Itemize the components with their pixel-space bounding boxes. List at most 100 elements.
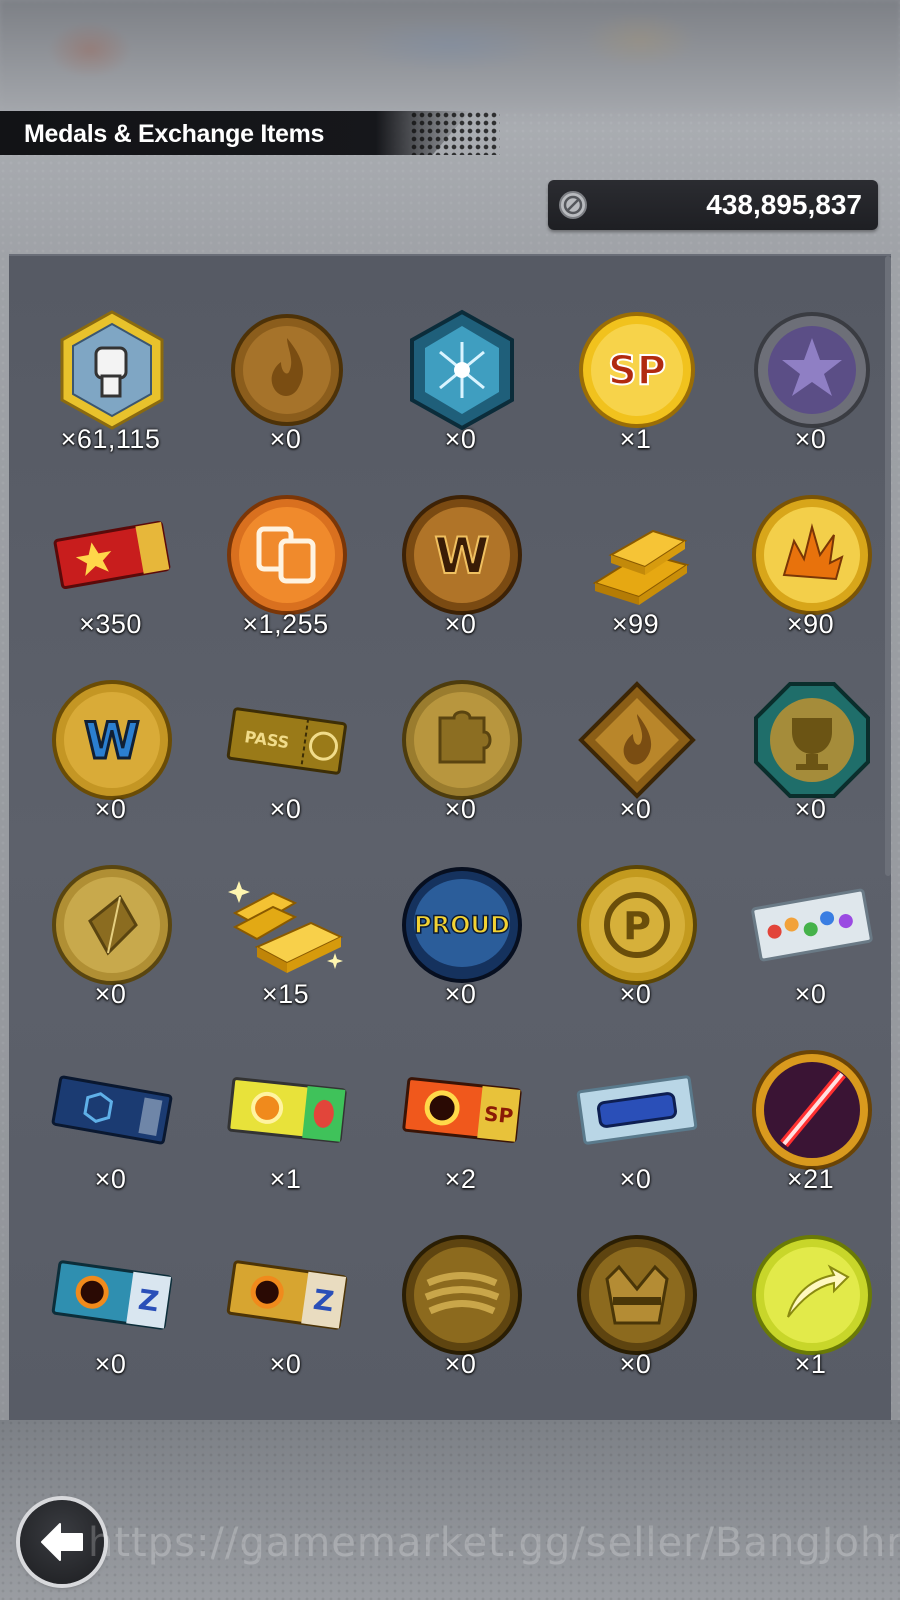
- item-count: ×1: [619, 424, 652, 454]
- item-count: ×0: [794, 424, 827, 454]
- item-count: ×0: [444, 424, 477, 454]
- item-count: ×0: [94, 1349, 127, 1379]
- item-cell[interactable]: ×1: [198, 1044, 373, 1229]
- item-cell[interactable]: ×0: [373, 1229, 548, 1414]
- fist-hexagon-medal-icon: [60, 310, 164, 430]
- blue-hexagon-ticket-icon: [51, 1075, 173, 1145]
- gold-bars-icon: [592, 529, 690, 605]
- item-cell[interactable]: ×15: [198, 859, 373, 1044]
- item-count: ×61,115: [60, 424, 161, 454]
- item-count: ×350: [79, 609, 142, 639]
- bronze-flame-coin-icon: [231, 314, 343, 426]
- svg-text:SP: SP: [483, 1101, 514, 1128]
- item-count: ×0: [94, 1164, 127, 1194]
- svg-text:W: W: [434, 527, 489, 585]
- item-cell[interactable]: ×0: [548, 674, 723, 859]
- item-count: ×15: [261, 979, 310, 1009]
- trophy-octagon-badge-icon: [754, 682, 870, 798]
- item-cell[interactable]: ×0: [198, 304, 373, 489]
- item-cell[interactable]: ×0: [723, 859, 891, 1044]
- item-count: ×0: [619, 1164, 652, 1194]
- svg-text:W: W: [84, 712, 139, 770]
- item-cell[interactable]: P ×0: [548, 859, 723, 1044]
- orange-card-coin-icon: [227, 495, 347, 615]
- red-star-ticket-icon: [53, 520, 171, 590]
- w-blue-gold-coin-icon: W: [52, 680, 172, 800]
- silver-coin-icon: [559, 191, 587, 219]
- item-count: ×21: [786, 1164, 835, 1194]
- w-bronze-coin-icon: W: [402, 495, 522, 615]
- item-cell[interactable]: ×350: [23, 489, 198, 674]
- item-count: ×0: [94, 979, 127, 1009]
- item-cell[interactable]: PASS ×0: [198, 674, 373, 859]
- sp-meteor-ticket-icon: SP: [402, 1077, 522, 1143]
- item-cell[interactable]: W ×0: [373, 489, 548, 674]
- crystal-gold-coin-icon: [52, 865, 172, 985]
- item-cell[interactable]: ×21: [723, 1044, 891, 1229]
- item-cell[interactable]: ×0: [723, 674, 891, 859]
- item-count: ×90: [786, 609, 835, 639]
- blue-z-meteor-ticket-icon: Z: [51, 1260, 173, 1330]
- item-count: ×0: [619, 1349, 652, 1379]
- item-count: ×1,255: [242, 609, 329, 639]
- purple-emblem-coin-icon: [754, 312, 870, 428]
- item-count: ×0: [269, 424, 302, 454]
- green-arrow-coin-icon: [752, 1235, 872, 1355]
- blurred-background: [0, 0, 900, 110]
- item-count: ×1: [269, 1164, 302, 1194]
- svg-text:P: P: [623, 904, 651, 948]
- item-cell[interactable]: SP ×2: [373, 1044, 548, 1229]
- item-cell[interactable]: ×0: [548, 1044, 723, 1229]
- item-cell[interactable]: PROUD ×0: [373, 859, 548, 1044]
- item-cell[interactable]: ×0: [373, 674, 548, 859]
- green-meteor-ticket-icon: [227, 1077, 347, 1143]
- item-cell[interactable]: Z ×0: [23, 1229, 198, 1414]
- item-count: ×99: [611, 609, 660, 639]
- flame-diamond-badge-icon: [578, 681, 696, 799]
- watermark-text: https://gamemarket.gg/seller/BangJohn: [88, 1520, 900, 1566]
- page-title: Medals & Exchange Items: [24, 120, 325, 148]
- gold-burst-coin-icon: [752, 495, 872, 615]
- gold-pass-ticket-icon: PASS: [226, 707, 347, 775]
- item-cell[interactable]: ×99: [548, 489, 723, 674]
- items-panel[interactable]: ×61,115 ×0 ×0 SP ×1 ×0 ×350 ×1,255 W ×0 …: [9, 254, 891, 1436]
- item-count: ×1: [794, 1349, 827, 1379]
- item-cell[interactable]: W ×0: [23, 674, 198, 859]
- item-count: ×0: [444, 1349, 477, 1379]
- item-cell[interactable]: ×90: [723, 489, 891, 674]
- item-cell[interactable]: ×0: [723, 304, 891, 489]
- bottom-bar: [0, 1420, 900, 1600]
- bandage-bronze-coin-icon: [402, 1235, 522, 1355]
- item-count: ×0: [444, 979, 477, 1009]
- item-count: ×2: [444, 1164, 477, 1194]
- puzzle-gold-coin-icon: [402, 680, 522, 800]
- item-cell[interactable]: ×1,255: [198, 489, 373, 674]
- item-cell[interactable]: ×61,115: [23, 304, 198, 489]
- item-grid: ×61,115 ×0 ×0 SP ×1 ×0 ×350 ×1,255 W ×0 …: [23, 304, 891, 1414]
- item-count: ×0: [444, 794, 477, 824]
- item-cell[interactable]: SP ×1: [548, 304, 723, 489]
- item-cell[interactable]: ×0: [23, 1044, 198, 1229]
- item-count: ×0: [444, 609, 477, 639]
- item-count: ×0: [619, 979, 652, 1009]
- svg-text:SP: SP: [608, 348, 666, 394]
- blue-plate-ticket-icon: [576, 1075, 698, 1145]
- rainbow-gems-ticket-icon: [751, 888, 873, 962]
- item-count: ×0: [794, 794, 827, 824]
- sp-gold-coin-icon: SP: [579, 312, 695, 428]
- svg-text:PROUD: PROUD: [414, 911, 510, 939]
- p-gold-coin-icon: P: [577, 865, 697, 985]
- item-cell[interactable]: ×1: [723, 1229, 891, 1414]
- item-count: ×0: [794, 979, 827, 1009]
- back-arrow-icon: [41, 1523, 83, 1561]
- item-count: ×0: [94, 794, 127, 824]
- item-cell[interactable]: ×0: [23, 859, 198, 1044]
- item-count: ×0: [269, 1349, 302, 1379]
- currency-amount: 438,895,837: [706, 189, 862, 220]
- item-count: ×0: [619, 794, 652, 824]
- item-cell[interactable]: ×0: [548, 1229, 723, 1414]
- currency-display: 438,895,837: [548, 180, 878, 230]
- gi-bronze-coin-icon: [577, 1235, 697, 1355]
- item-cell[interactable]: Z ×0: [198, 1229, 373, 1414]
- item-cell[interactable]: ×0: [373, 304, 548, 489]
